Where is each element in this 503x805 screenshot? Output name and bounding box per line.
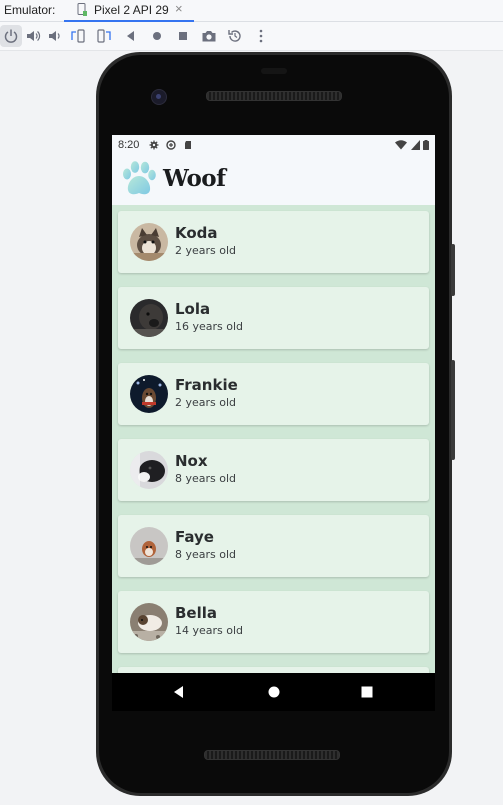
list-item[interactable]: Faye 8 years old: [118, 515, 429, 577]
dog-name: Faye: [175, 528, 214, 546]
overview-icon: [179, 32, 187, 40]
recents-square-icon[interactable]: [358, 683, 376, 701]
avatar: [130, 603, 168, 641]
dog-age: 2 years old: [175, 396, 237, 409]
app-title: Woof: [163, 165, 226, 192]
camera-icon: [202, 31, 216, 42]
volume-up-icon: [27, 31, 41, 41]
phone-earpiece-slot: [261, 68, 287, 74]
dog-age: 14 years old: [175, 624, 244, 637]
avatar: [130, 451, 168, 489]
tab-device[interactable]: Pixel 2 API 29 ×: [64, 0, 194, 22]
snapshot-button[interactable]: [224, 25, 246, 47]
home-button[interactable]: [146, 25, 168, 47]
back-icon: [127, 31, 134, 41]
emulator-title-bar: Emulator: Pixel 2 API 29 ×: [0, 0, 503, 22]
volume-up-button[interactable]: [22, 25, 44, 47]
status-time: 8:20: [118, 139, 140, 151]
dog-name: Frankie: [175, 376, 238, 394]
avatar: [130, 527, 168, 565]
paw-icon: [123, 161, 156, 195]
dog-name: Koda: [175, 224, 218, 242]
app-bar: Woof: [112, 155, 435, 205]
screenshot-button[interactable]: [198, 25, 220, 47]
avatar: [130, 223, 168, 261]
back-button[interactable]: [120, 25, 142, 47]
home-icon: [153, 32, 161, 40]
signal-icon: [411, 140, 420, 150]
dog-name: Lola: [175, 300, 211, 318]
emulator-label: Emulator:: [4, 3, 56, 17]
dog-age: 16 years old: [175, 320, 244, 333]
back-triangle-icon[interactable]: [170, 683, 188, 701]
phone-volume-keys[interactable]: [451, 360, 455, 460]
dog-age: 2 years old: [175, 244, 237, 257]
dog-age: 8 years old: [175, 472, 237, 485]
close-icon[interactable]: ×: [175, 1, 183, 16]
list-item[interactable]: Lola 16 years old: [118, 287, 429, 349]
status-bar: 8:20: [112, 135, 435, 155]
top-speaker-grille: [206, 91, 342, 101]
list-item[interactable]: Frankie 2 years old: [118, 363, 429, 425]
nav-bar: [112, 673, 435, 711]
list-item[interactable]: Koda 2 years old: [118, 211, 429, 273]
list-item[interactable]: Nox 8 years old: [118, 439, 429, 501]
dog-age: 8 years old: [175, 548, 237, 561]
overview-button[interactable]: [172, 25, 194, 47]
device-icon: [77, 3, 87, 16]
tab-label: Pixel 2 API 29: [94, 3, 169, 17]
avatar: [130, 299, 168, 337]
device-screen: 8:20 Woof Koda 2 years old Lola 16 years…: [112, 135, 435, 673]
home-circle-icon[interactable]: [265, 683, 283, 701]
snapshot-icon: [228, 30, 241, 42]
dog-name: Nox: [175, 452, 208, 470]
front-camera-icon: [151, 89, 167, 105]
avatar: [130, 375, 168, 413]
sd-card-icon: [185, 141, 191, 149]
wifi-icon: [395, 140, 407, 150]
rotate-left-icon: [71, 29, 85, 43]
bottom-speaker-grille: [204, 750, 340, 760]
power-button[interactable]: [0, 25, 22, 47]
data-saver-icon: [166, 140, 176, 150]
battery-icon: [423, 140, 429, 150]
volume-down-icon: [49, 31, 60, 41]
dog-name: Bella: [175, 604, 218, 622]
rotate-right-icon: [97, 29, 111, 43]
list-item[interactable]: Bella 14 years old: [118, 591, 429, 653]
gear-icon: [149, 140, 159, 150]
rotate-right-button[interactable]: [93, 25, 115, 47]
more-icon: [259, 29, 263, 43]
phone-power-key[interactable]: [451, 244, 455, 296]
emulator-toolbar: [0, 22, 503, 51]
rotate-left-button[interactable]: [67, 25, 89, 47]
more-button[interactable]: [250, 25, 272, 47]
power-icon: [4, 29, 18, 43]
volume-down-button[interactable]: [44, 25, 66, 47]
